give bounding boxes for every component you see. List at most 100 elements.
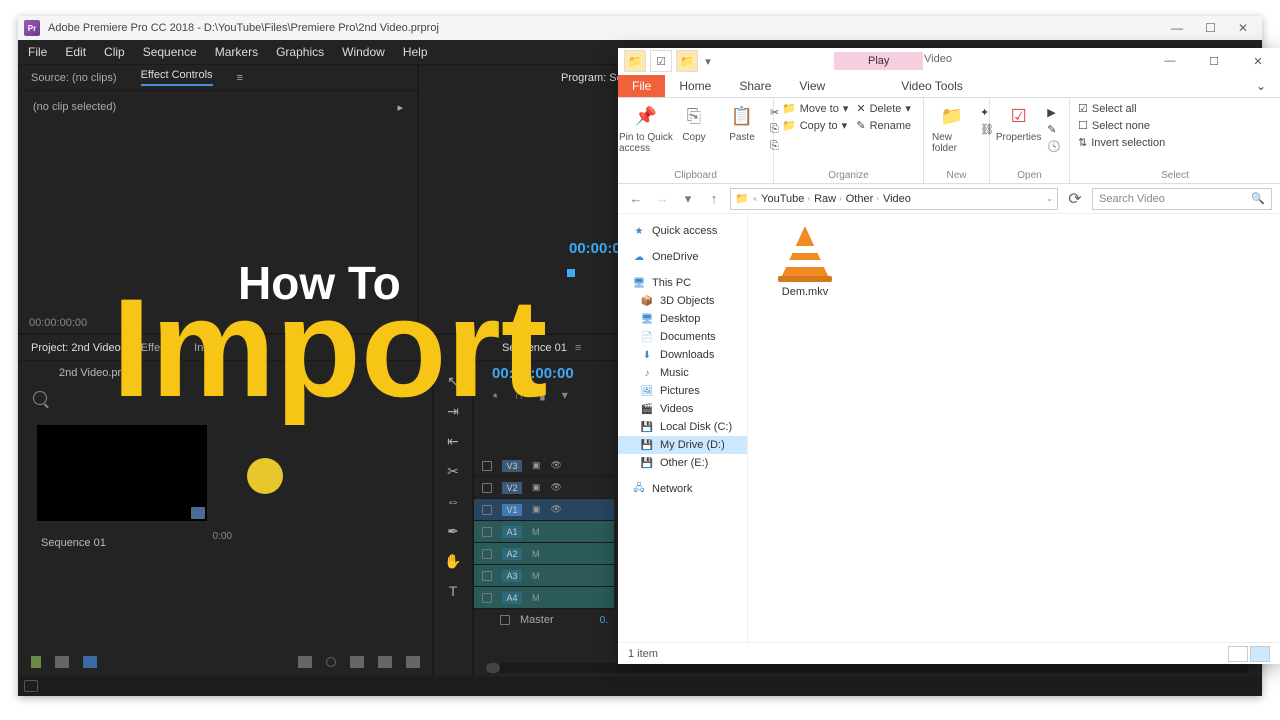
breadcrumb-seg[interactable]: Other› — [846, 193, 879, 205]
lock-icon[interactable] — [482, 461, 492, 471]
breadcrumb-seg[interactable]: Raw› — [814, 193, 842, 205]
timeline-scrollbar[interactable] — [486, 663, 1249, 673]
lock-icon[interactable] — [500, 615, 510, 625]
nav-music[interactable]: ♪Music — [618, 364, 747, 382]
eye-icon[interactable]: 👁 — [551, 482, 562, 493]
copy-button[interactable]: ⎘Copy — [674, 102, 714, 143]
nav-network[interactable]: 🖧Network — [618, 480, 747, 498]
tab-effect-controls[interactable]: Effect Controls — [141, 69, 213, 86]
eye-icon[interactable]: 👁 — [551, 504, 562, 515]
paste-button[interactable]: 📋Paste — [722, 102, 762, 143]
nav-local-disk-c[interactable]: 💾Local Disk (C:) — [618, 418, 747, 436]
new-item-icon[interactable] — [378, 656, 392, 668]
settings-icon[interactable]: ▾ — [562, 388, 568, 403]
copy-to-button[interactable]: 📁Copy to ▾ — [782, 119, 848, 132]
collapse-ribbon-icon[interactable]: ⌄ — [1242, 75, 1280, 97]
ribbon-tab-share[interactable]: Share — [725, 75, 785, 97]
qat-newfolder-icon[interactable]: 📁 — [676, 50, 698, 72]
nav-this-pc[interactable]: 🖥This PC — [618, 274, 747, 292]
menu-help[interactable]: Help — [403, 45, 428, 59]
tab-source[interactable]: Source: (no clips) — [31, 72, 117, 84]
search-box[interactable]: Search Video 🔍 — [1092, 188, 1272, 210]
history-button[interactable]: 🕓 — [1047, 140, 1061, 153]
menu-edit[interactable]: Edit — [65, 45, 86, 59]
ripple-edit-tool[interactable]: ⇤ — [442, 431, 464, 451]
track-v2[interactable]: V2▣👁 — [474, 477, 614, 499]
nav-back-button[interactable]: ← — [626, 189, 646, 209]
track-a2[interactable]: A2M — [474, 543, 614, 565]
menu-file[interactable]: File — [28, 45, 47, 59]
folder-icon[interactable] — [350, 656, 364, 668]
nav-other-e[interactable]: 💾Other (E:) — [618, 454, 747, 472]
nav-desktop[interactable]: 🖥Desktop — [618, 310, 747, 328]
pin-quick-access-button[interactable]: 📌Pin to Quick access — [626, 102, 666, 154]
folder-icon[interactable]: 📁 — [624, 50, 646, 72]
menu-graphics[interactable]: Graphics — [276, 45, 324, 59]
new-bin-icon[interactable] — [298, 656, 312, 668]
qat-dropdown-icon[interactable]: ▾ — [702, 50, 714, 72]
ribbon-tab-videotools[interactable]: Video Tools — [887, 75, 977, 97]
nav-documents[interactable]: 📄Documents — [618, 328, 747, 346]
ribbon-tab-home[interactable]: Home — [665, 75, 725, 97]
close-button[interactable]: ✕ — [1236, 48, 1280, 74]
maximize-button[interactable]: ☐ — [1192, 48, 1236, 74]
project-thumbnail[interactable] — [37, 425, 207, 521]
pen-tool[interactable]: ✒ — [442, 521, 464, 541]
nav-quick-access[interactable]: ★Quick access — [618, 222, 747, 240]
lock-icon[interactable] — [482, 527, 492, 537]
track-a1[interactable]: A1M — [474, 521, 614, 543]
lock-icon[interactable] — [482, 571, 492, 581]
lock-icon[interactable] — [482, 505, 492, 515]
tab-project[interactable]: Project: 2nd Video — [31, 342, 121, 354]
rename-button[interactable]: ✎Rename — [856, 119, 911, 132]
minimize-button[interactable]: — — [1148, 48, 1192, 74]
select-none-button[interactable]: ☐Select none — [1078, 119, 1165, 132]
nav-onedrive[interactable]: ☁OneDrive — [618, 248, 747, 266]
menu-window[interactable]: Window — [342, 45, 385, 59]
tab-menu-icon[interactable]: ≡ — [237, 72, 243, 84]
details-view-button[interactable] — [1228, 646, 1248, 662]
icon-view-icon[interactable] — [83, 656, 97, 668]
eye-icon[interactable]: 👁 — [551, 460, 562, 471]
properties-button[interactable]: ☑Properties — [998, 102, 1039, 143]
refresh-button[interactable]: ⟳ — [1064, 188, 1086, 210]
track-v1[interactable]: V1▣👁 — [474, 499, 614, 521]
maximize-button[interactable]: ☐ — [1205, 21, 1216, 35]
menu-clip[interactable]: Clip — [104, 45, 125, 59]
track-v3[interactable]: V3▣👁 — [474, 455, 614, 477]
lock-icon[interactable] — [482, 483, 492, 493]
nav-pictures[interactable]: 🖼Pictures — [618, 382, 747, 400]
lock-icon[interactable] — [31, 656, 41, 668]
type-tool[interactable]: T — [442, 581, 464, 601]
lock-icon[interactable] — [482, 549, 492, 559]
menu-sequence[interactable]: Sequence — [143, 45, 197, 59]
tab-menu-icon[interactable]: ≡ — [575, 342, 581, 354]
mute-icon[interactable]: M — [532, 571, 540, 581]
nav-up-button[interactable]: ↑ — [704, 189, 724, 209]
chevron-right-icon[interactable]: ▸ — [397, 101, 403, 114]
explorer-titlebar[interactable]: 📁 ☑ 📁 ▾ Play Video — ☐ ✕ — [618, 48, 1280, 74]
list-view-icon[interactable] — [55, 656, 69, 668]
delete-button[interactable]: ✕Delete ▾ — [856, 102, 911, 115]
file-item[interactable]: Dem.mkv — [766, 224, 844, 298]
address-bar[interactable]: 📁 « YouTube› Raw› Other› Video ⌄ — [730, 188, 1058, 210]
find-icon[interactable] — [326, 657, 336, 667]
track-master[interactable]: Master0. — [474, 609, 614, 631]
icons-view-button[interactable] — [1250, 646, 1270, 662]
select-all-button[interactable]: ☑Select all — [1078, 102, 1165, 115]
ribbon-tab-file[interactable]: File — [618, 75, 665, 97]
qat-properties-icon[interactable]: ☑ — [650, 50, 672, 72]
mute-icon[interactable]: M — [532, 549, 540, 559]
playhead-icon[interactable] — [567, 269, 575, 277]
nav-my-drive-d[interactable]: 💾My Drive (D:) — [618, 436, 747, 454]
nav-videos[interactable]: 🎬Videos — [618, 400, 747, 418]
mute-icon[interactable]: M — [532, 593, 540, 603]
lock-icon[interactable] — [482, 593, 492, 603]
tab-program[interactable]: Program: Se — [561, 72, 623, 84]
toggle-output-icon[interactable]: ▣ — [532, 482, 541, 493]
menu-markers[interactable]: Markers — [215, 45, 258, 59]
nav-forward-button[interactable]: → — [652, 189, 672, 209]
nav-history-dropdown[interactable]: ▾ — [678, 189, 698, 209]
new-folder-button[interactable]: 📁New folder — [932, 102, 972, 154]
track-a3[interactable]: A3M — [474, 565, 614, 587]
